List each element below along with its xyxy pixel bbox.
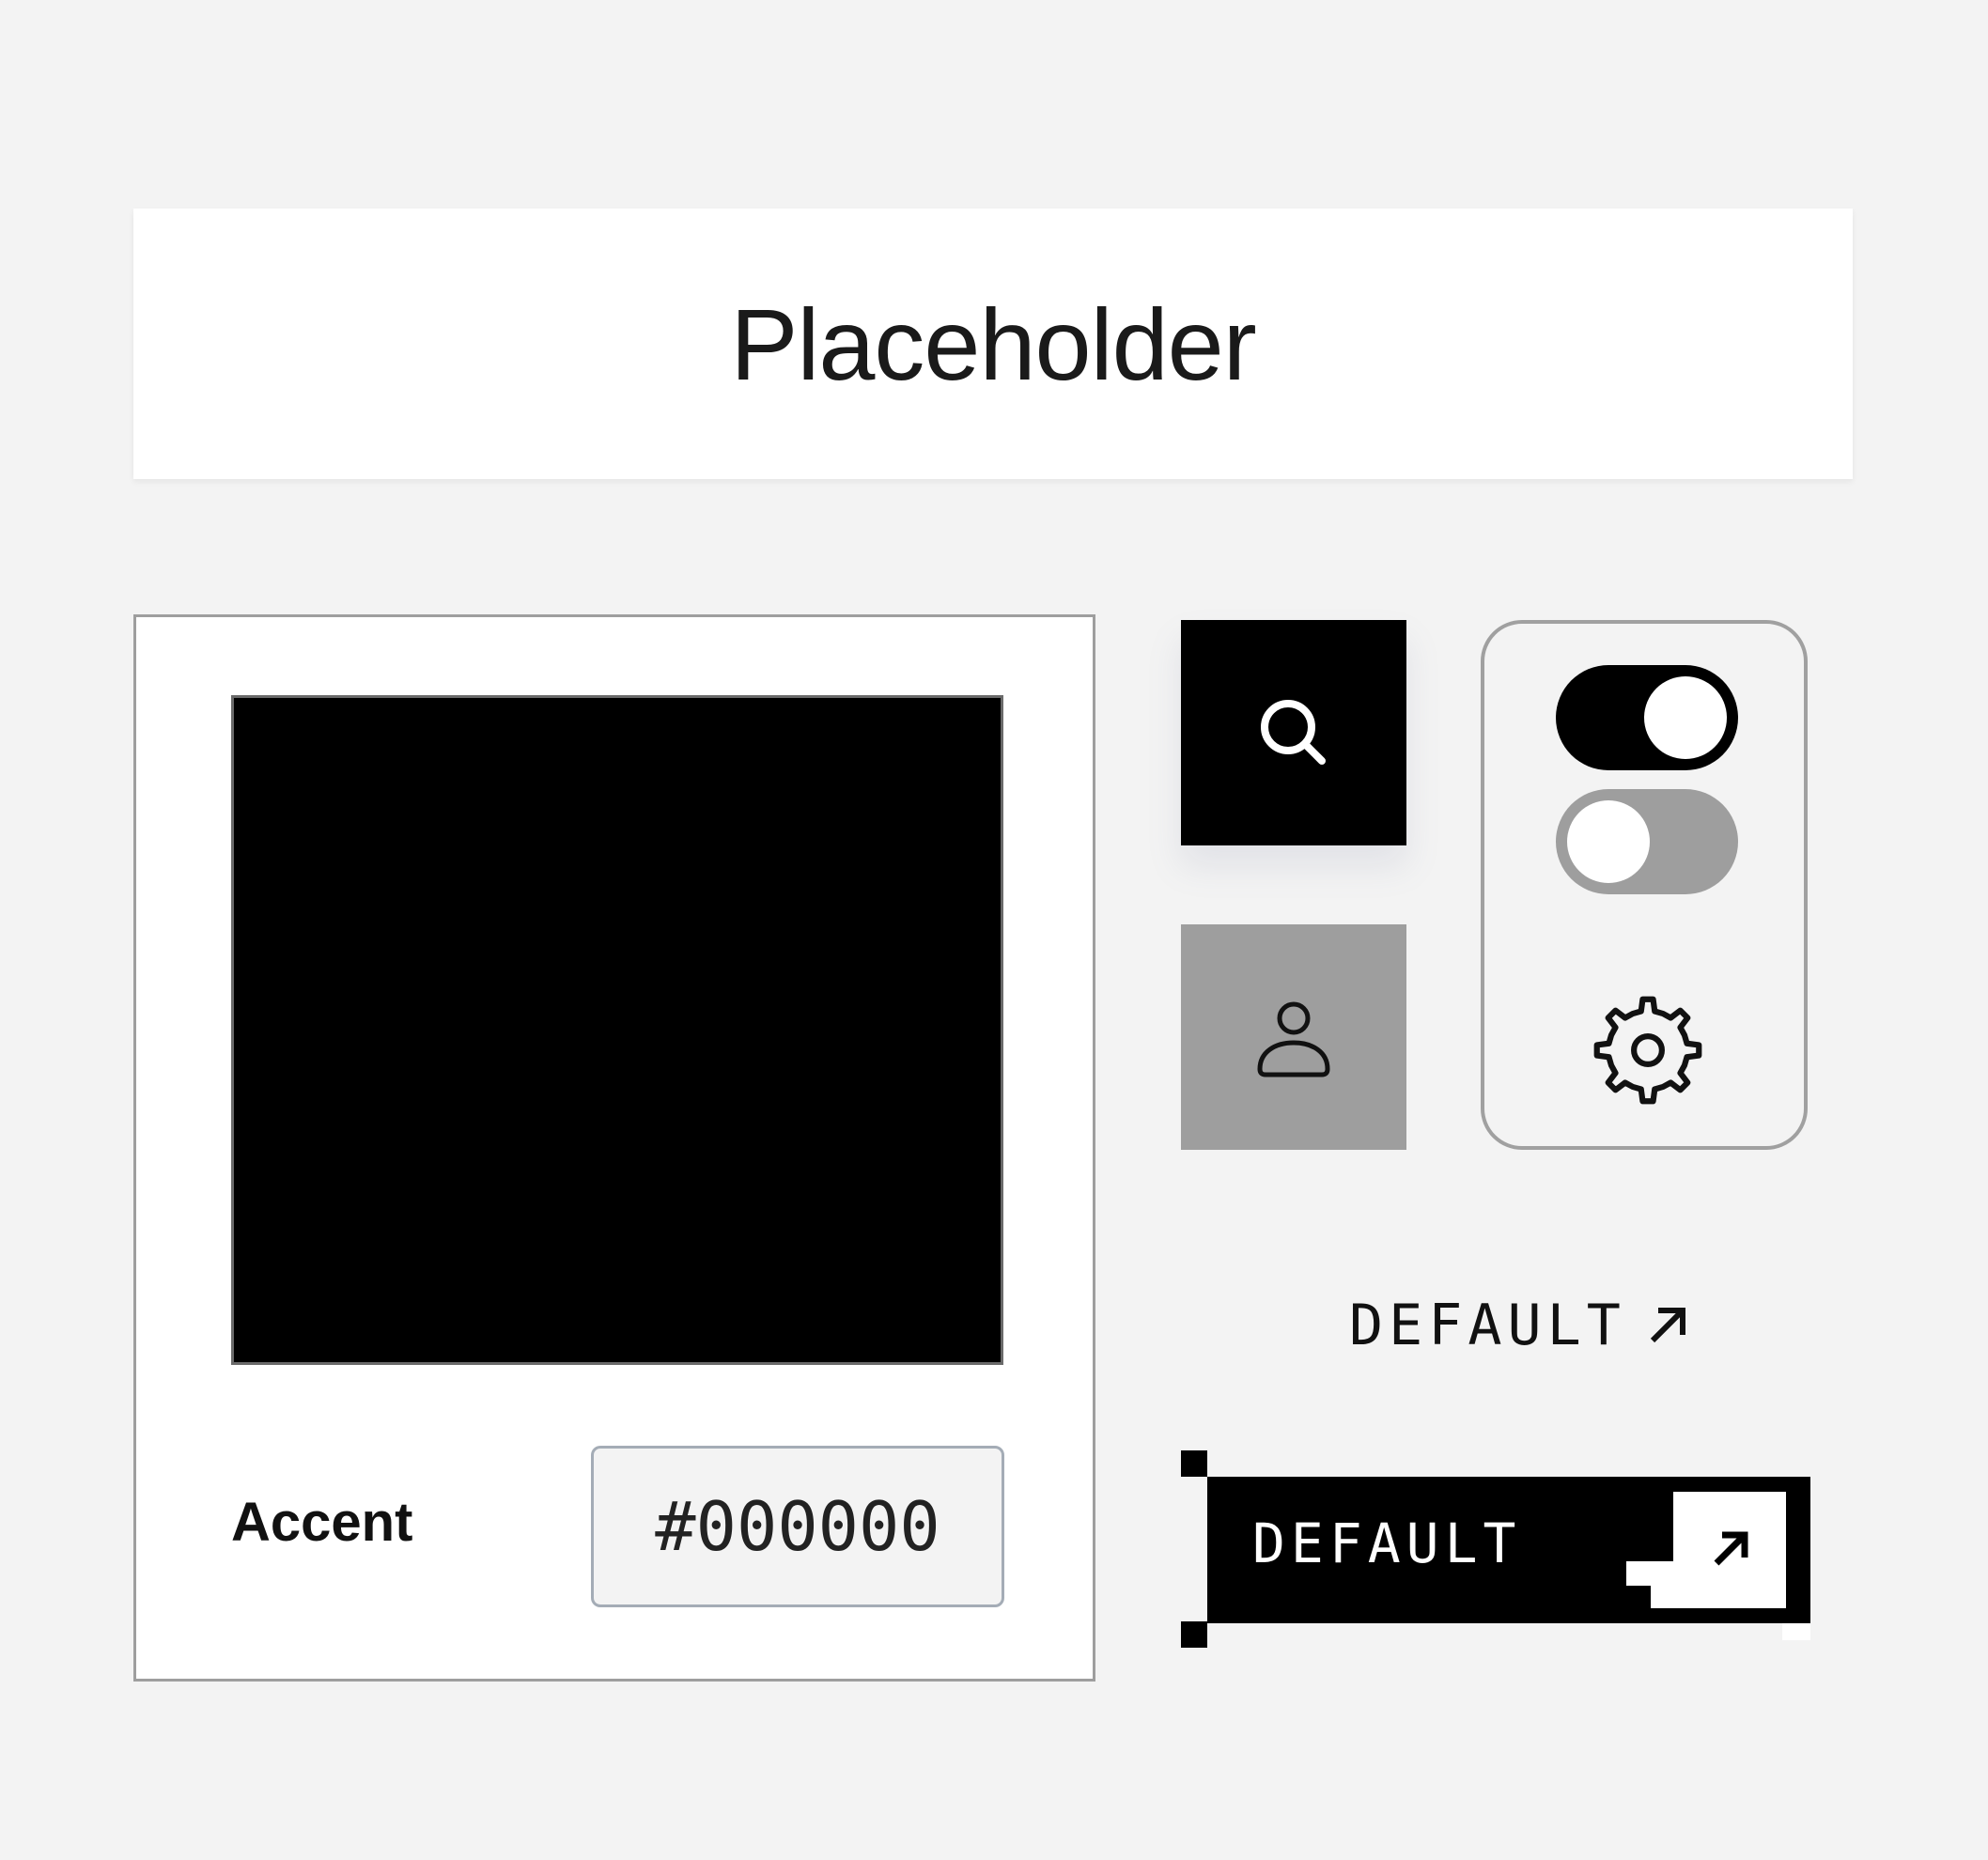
pixel-step [1673,1586,1786,1608]
toggle-panel [1481,620,1808,1150]
page-title: Placeholder [730,287,1256,401]
pixel-step [1626,1561,1651,1586]
toggle-knob [1567,800,1650,883]
toggle-switch-on[interactable] [1556,665,1738,770]
search-icon [1261,700,1326,765]
color-swatch[interactable] [231,695,1003,1365]
arrow-up-right-icon [1650,1308,1685,1343]
header-bar: Placeholder [133,209,1853,479]
accent-label: Accent [231,1492,413,1553]
toggle-knob [1644,676,1727,759]
pixel-notch [1782,1623,1810,1640]
user-button[interactable] [1181,924,1406,1150]
default-pixel-button[interactable]: DEFAULT [1181,1450,1810,1648]
search-button[interactable] [1181,620,1406,845]
user-icon [1257,1001,1330,1077]
color-picker-card: Accent [133,614,1095,1682]
pixel-step [1651,1586,1673,1608]
default-link-label: DEFAULT [1349,1293,1626,1358]
gear-icon[interactable] [1590,992,1706,1108]
pixel-corner [1181,1450,1207,1477]
pixel-button-label: DEFAULT [1252,1511,1522,1575]
default-link[interactable]: DEFAULT [1349,1293,1690,1358]
pixel-step [1651,1561,1673,1586]
hex-color-input[interactable] [591,1446,1004,1607]
pixel-corner [1181,1621,1207,1648]
toggle-switch-off[interactable] [1556,789,1738,894]
